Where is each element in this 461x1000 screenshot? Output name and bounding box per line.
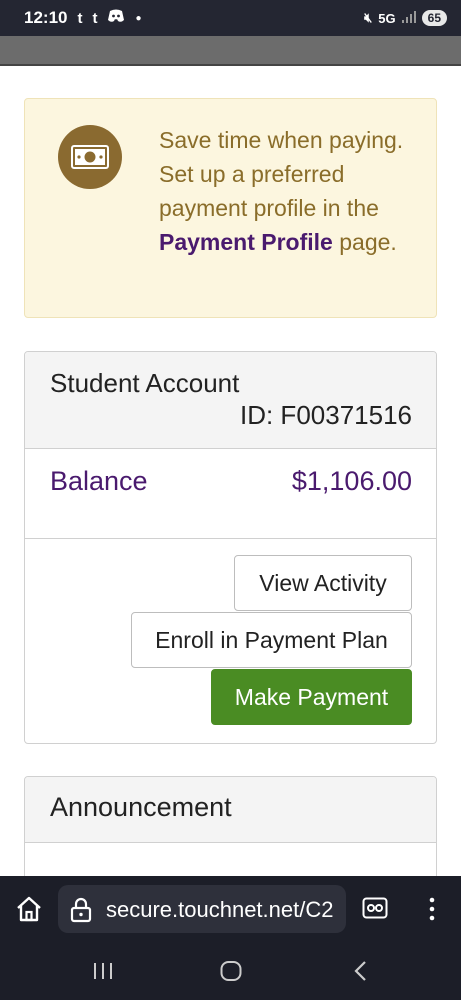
notification-dot-icon: ● (135, 12, 142, 24)
discord-icon (107, 9, 125, 27)
announcement-title: Announcement (50, 792, 232, 822)
announcement-card: Announcement (24, 776, 437, 876)
url-text: secure.touchnet.net/C2 (106, 897, 334, 922)
page-top-strip (0, 36, 461, 66)
back-icon[interactable] (346, 956, 376, 986)
lock-icon (70, 897, 92, 923)
tumblr-notification-icon: t (77, 9, 83, 27)
browser-toolbar: secure.touchnet.net/C2 (0, 876, 461, 942)
tumblr-notification-icon-2: t (92, 9, 98, 27)
money-icon (58, 125, 122, 189)
battery-badge: 65 (421, 10, 447, 26)
system-nav-bar (0, 942, 461, 1000)
clock: 12:10 (24, 8, 68, 27)
status-bar: 12:10 t t ● 🔇︎ 5G 65 (0, 0, 461, 36)
recent-apps-icon[interactable] (88, 956, 118, 986)
account-title: Student Account (50, 368, 240, 398)
announcement-header: Announcement (25, 777, 436, 843)
home-nav-icon[interactable] (216, 956, 246, 986)
payment-profile-alert: Save time when paying. Set up a preferre… (24, 98, 437, 318)
balance-row: Balance $1,106.00 (25, 449, 436, 539)
balance-value: $1,106.00 (291, 466, 412, 496)
account-id: ID: F00371516 (239, 400, 412, 430)
student-account-card: Student Account ID: F00371516 Balance $1… (24, 351, 437, 744)
network-label: 5G (378, 10, 396, 26)
mute-icon: 🔇︎ (364, 10, 373, 25)
page-content[interactable]: Save time when paying. Set up a preferre… (0, 66, 461, 876)
signal-icon (401, 10, 416, 26)
enroll-payment-plan-button[interactable]: Enroll in Payment Plan (131, 612, 412, 668)
home-icon[interactable] (14, 894, 44, 924)
account-header: Student Account ID: F00371516 (25, 352, 436, 449)
balance-label: Balance (50, 466, 148, 496)
payment-profile-link[interactable]: Payment Profile (159, 229, 333, 255)
more-options-icon[interactable] (420, 894, 444, 924)
incognito-tabs-icon[interactable] (362, 896, 388, 920)
make-payment-button[interactable]: Make Payment (211, 669, 412, 725)
address-bar[interactable]: secure.touchnet.net/C2 (58, 885, 346, 933)
view-activity-button[interactable]: View Activity (234, 555, 412, 611)
promo-message: Save time when paying. Set up a preferre… (159, 127, 404, 255)
